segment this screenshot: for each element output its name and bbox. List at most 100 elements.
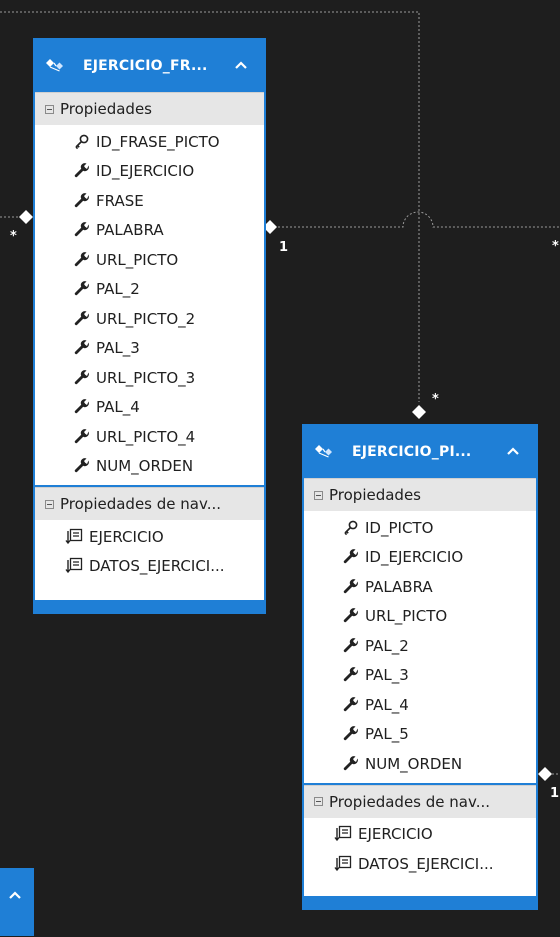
wrench-icon xyxy=(73,251,96,269)
nav-property-name: EJERCICIO xyxy=(358,825,433,844)
wrench-icon xyxy=(73,339,96,357)
nav-property-name: EJERCICIO xyxy=(89,527,164,546)
nav-properties-section-header[interactable]: Propiedades de nav... xyxy=(35,487,264,520)
property-row[interactable]: NUM_ORDEN xyxy=(304,749,536,779)
property-name: PAL_4 xyxy=(96,398,140,417)
entity-partial[interactable] xyxy=(0,868,34,936)
property-name: PAL_3 xyxy=(96,339,140,358)
property-row[interactable]: PAL_3 xyxy=(35,334,264,364)
nav-property-row[interactable]: EJERCICIO xyxy=(304,820,536,850)
property-row[interactable]: PALABRA xyxy=(304,572,536,602)
wrench-icon xyxy=(73,428,96,446)
wrench-icon xyxy=(342,696,365,714)
wrench-icon xyxy=(342,666,365,684)
property-row[interactable]: ID_EJERCICIO xyxy=(304,543,536,573)
wrench-icon xyxy=(342,607,365,625)
wrench-icon xyxy=(73,221,96,239)
entity-icon xyxy=(315,445,332,458)
nav-property-row[interactable]: DATOS_EJERCICI... xyxy=(304,849,536,879)
association-line-middle xyxy=(274,211,560,228)
property-row[interactable]: NUM_ORDEN xyxy=(35,452,264,482)
property-row[interactable]: URL_PICTO_3 xyxy=(35,363,264,393)
properties-section-label: Propiedades xyxy=(60,100,152,118)
property-row[interactable]: PAL_4 xyxy=(304,690,536,720)
properties-section-header[interactable]: Propiedades xyxy=(35,92,264,125)
collapse-section-icon[interactable] xyxy=(314,490,323,500)
property-name: NUM_ORDEN xyxy=(96,457,194,476)
property-name: PAL_2 xyxy=(365,636,409,655)
property-name: ID_PICTO xyxy=(365,518,434,537)
property-row[interactable]: ID_PICTO xyxy=(304,513,536,543)
property-row[interactable]: PAL_3 xyxy=(304,661,536,691)
wrench-icon xyxy=(342,755,365,773)
nav-property-name: DATOS_EJERCICI... xyxy=(89,557,225,576)
key-icon xyxy=(342,519,365,537)
cardinality-label: 1 xyxy=(550,786,559,801)
property-name: PAL_3 xyxy=(365,666,409,685)
property-name: PALABRA xyxy=(365,577,433,596)
property-row[interactable]: ID_FRASE_PICTO xyxy=(35,127,264,157)
entity-footer xyxy=(304,896,536,908)
property-name: URL_PICTO_2 xyxy=(96,309,196,328)
property-name: PAL_2 xyxy=(96,280,140,299)
property-name: PAL_5 xyxy=(365,725,409,744)
wrench-icon xyxy=(342,725,365,743)
property-row[interactable]: URL_PICTO_4 xyxy=(35,422,264,452)
entity-footer xyxy=(35,600,264,612)
property-name: URL_PICTO xyxy=(96,250,179,269)
wrench-icon xyxy=(73,280,96,298)
nav-properties-section-header[interactable]: Propiedades de nav... xyxy=(304,784,536,818)
properties-list: ID_FRASE_PICTO ID_EJERCICIO FRASE PALABRA UR… xyxy=(35,125,264,485)
properties-section-label: Propiedades xyxy=(329,486,421,504)
wrench-icon xyxy=(73,310,96,328)
property-row[interactable]: PAL_2 xyxy=(304,631,536,661)
properties-section-header[interactable]: Propiedades xyxy=(304,478,536,511)
wrench-icon xyxy=(73,162,96,180)
wrench-icon xyxy=(73,192,96,210)
entity-header[interactable]: EJERCICIO_FR... xyxy=(35,40,264,92)
property-row[interactable]: PALABRA xyxy=(35,216,264,246)
property-row[interactable]: URL_PICTO xyxy=(304,602,536,632)
property-row[interactable]: ID_EJERCICIO xyxy=(35,157,264,187)
chevron-up-icon[interactable] xyxy=(506,446,520,456)
property-name: URL_PICTO_4 xyxy=(96,427,196,446)
wrench-icon xyxy=(73,369,96,387)
property-row[interactable]: FRASE xyxy=(35,186,264,216)
property-name: PALABRA xyxy=(96,221,164,240)
entity-header[interactable]: EJERCICIO_PI... xyxy=(304,426,536,478)
navigation-property-icon xyxy=(64,528,89,546)
entity-ejercicio-picto[interactable]: EJERCICIO_PI... Propiedades ID_PICTO ID_E… xyxy=(302,424,538,910)
nav-properties-section-label: Propiedades de nav... xyxy=(60,495,221,513)
property-row[interactable]: URL_PICTO_2 xyxy=(35,304,264,334)
wrench-icon xyxy=(73,457,96,475)
entity-icon xyxy=(46,59,63,72)
property-name: PAL_4 xyxy=(365,695,409,714)
properties-list: ID_PICTO ID_EJERCICIO PALABRA URL_PICTO PAL_… xyxy=(304,511,536,783)
chevron-up-icon[interactable] xyxy=(8,890,22,900)
nav-properties-list: EJERCICIO DATOS_EJERCICI... xyxy=(304,818,536,885)
cardinality-label: 1 xyxy=(279,240,288,255)
navigation-property-icon xyxy=(64,557,89,575)
property-name: URL_PICTO_3 xyxy=(96,368,196,387)
entity-ejercicio-frase[interactable]: EJERCICIO_FR... Propiedades ID_FRASE_PIC… xyxy=(33,38,266,614)
entity-title: EJERCICIO_FR... xyxy=(83,58,208,74)
key-icon xyxy=(73,133,96,151)
wrench-icon xyxy=(342,637,365,655)
nav-property-row[interactable]: DATOS_EJERCICI... xyxy=(35,552,264,582)
property-name: ID_EJERCICIO xyxy=(96,162,195,181)
property-name: ID_FRASE_PICTO xyxy=(96,132,220,151)
collapse-section-icon[interactable] xyxy=(45,499,54,509)
property-row[interactable]: PAL_5 xyxy=(304,720,536,750)
collapse-section-icon[interactable] xyxy=(45,104,54,114)
property-name: FRASE xyxy=(96,191,144,210)
collapse-section-icon[interactable] xyxy=(314,797,323,806)
association-end-diamond xyxy=(538,767,552,781)
nav-property-row[interactable]: EJERCICIO xyxy=(35,522,264,552)
property-name: ID_EJERCICIO xyxy=(365,548,464,567)
property-row[interactable]: PAL_4 xyxy=(35,393,264,423)
cardinality-label: * xyxy=(432,392,439,407)
cardinality-label: * xyxy=(10,229,17,244)
property-row[interactable]: URL_PICTO xyxy=(35,245,264,275)
chevron-up-icon[interactable] xyxy=(234,60,248,70)
property-row[interactable]: PAL_2 xyxy=(35,275,264,305)
